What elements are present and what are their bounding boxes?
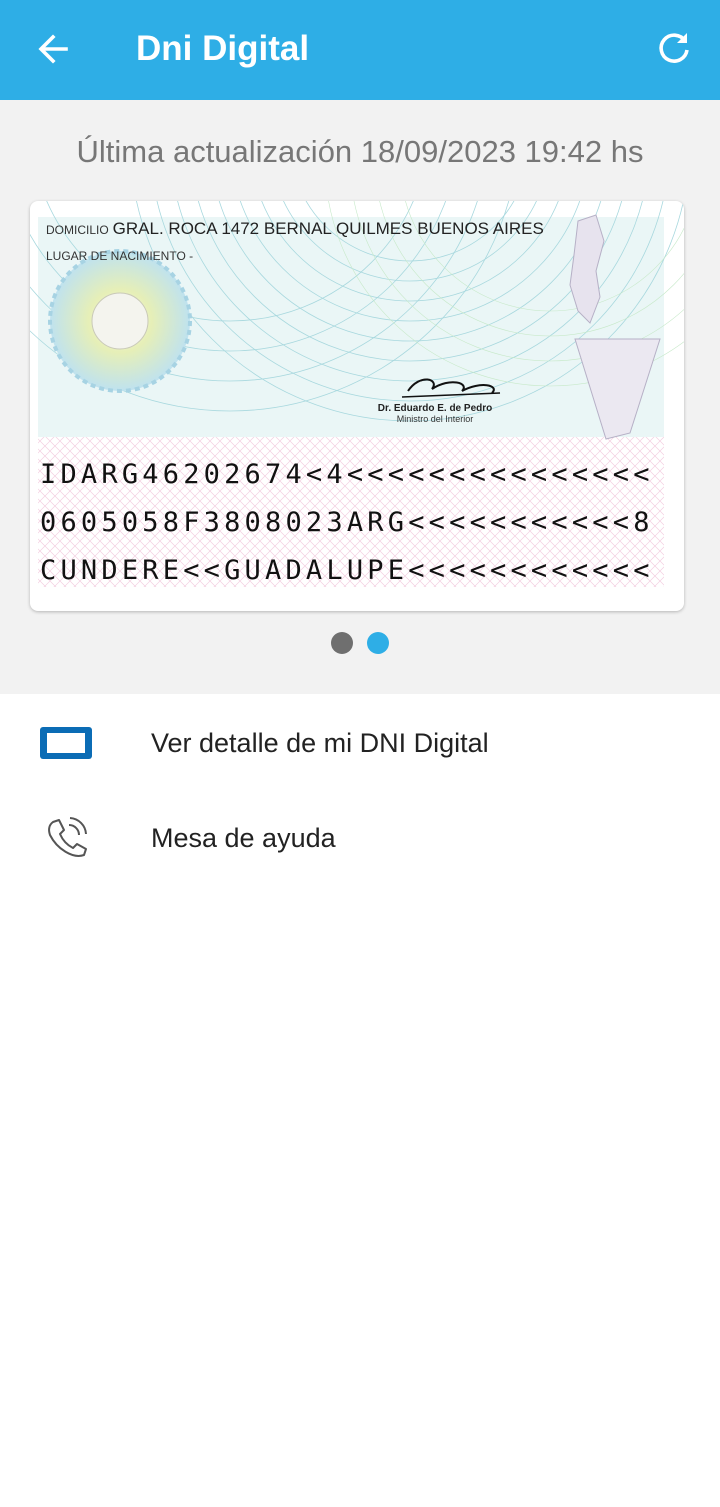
page-title: Dni Digital [136,29,310,68]
menu-item-ver-detalle[interactable]: Ver detalle de mi DNI Digital [0,698,720,788]
mrz-line-1: IDARG46202674<4<<<<<<<<<<<<<<< [40,459,654,490]
address-line: DOMICILIO GRAL. ROCA 1472 BERNAL QUILMES … [46,219,544,239]
menu-item-label: Ver detalle de mi DNI Digital [151,728,489,758]
refresh-icon [659,33,689,63]
carousel-dot-1[interactable] [331,632,353,654]
arrow-left-icon [38,34,68,64]
back-button[interactable] [30,26,76,72]
signature-name: Dr. Eduardo E. de Pedro [377,403,493,414]
menu-item-label: Mesa de ayuda [151,823,336,853]
carousel-dot-2[interactable] [367,632,389,654]
id-card-icon [38,720,94,766]
dni-card[interactable]: DOMICILIO GRAL. ROCA 1472 BERNAL QUILMES … [30,201,684,611]
birthplace-label: LUGAR DE NACIMIENTO - [46,249,194,263]
address-label: DOMICILIO [46,223,109,237]
menu-item-mesa-de-ayuda[interactable]: Mesa de ayuda [0,793,720,883]
mrz-line-3: CUNDERE<<GUADALUPE<<<<<<<<<<<< [40,555,654,586]
signature-role: Ministro del Interior [396,414,474,424]
refresh-button[interactable] [650,24,698,72]
address-value: GRAL. ROCA 1472 BERNAL QUILMES BUENOS AI… [112,219,544,238]
last-update-text: Última actualización 18/09/2023 19:42 hs [76,134,644,169]
mrz-line-2: 0605058F3808023ARG<<<<<<<<<<<8 [40,507,654,538]
phone-icon [38,815,94,861]
carousel-indicator [0,632,720,654]
app-bar: Dni Digital [0,0,720,100]
